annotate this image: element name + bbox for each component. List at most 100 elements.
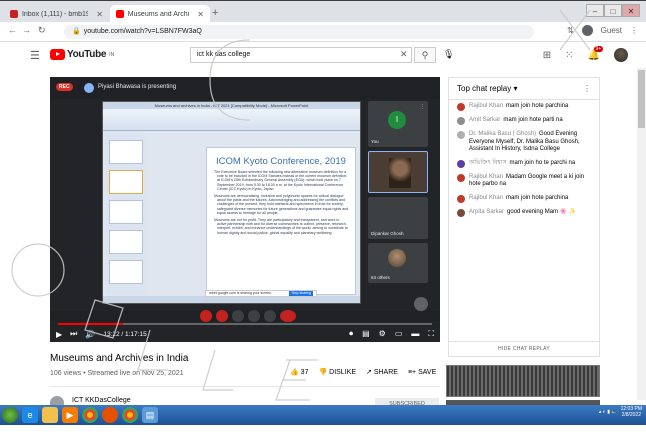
url-bar[interactable]: 🔒 youtube.com/watch?v=LSBN7FW3aQ [64,25,534,39]
chat-author: Arpita Sarkar [469,208,505,215]
live-chat-replay: Top chat replay ▾ ⋮ Rajibul Khan mam join… [448,77,600,357]
search-icon: ⚲ [421,50,429,60]
reload-icon[interactable]: ↻ [38,25,46,36]
sidebar-ad-thumbnail[interactable] [446,365,600,397]
divider [50,386,440,387]
chat-message: Arpita Sarkar good evening Mam 🌸 ✨ [449,206,599,220]
tile-menu-icon[interactable]: ⋮ [420,104,425,110]
video-progress-bar[interactable] [58,323,432,325]
autoplay-toggle-icon[interactable]: ⏺ [349,329,353,339]
tray-icons[interactable]: ▴ ◐ ▮ 🔈 [599,409,618,415]
chat-more-icon[interactable]: ⋮ [583,84,591,93]
chat-avatar [457,194,465,203]
chat-author: অভিজিৎ বিশ্বাস [469,159,507,166]
youtube-logo[interactable]: YouTube IN [50,49,114,60]
profile-icon[interactable] [581,25,593,36]
chat-header-label: Top chat replay [457,84,512,93]
chat-avatar [457,159,465,168]
ppt-ribbon [103,109,360,131]
notification-count-badge: 9+ [593,45,604,52]
participant-name: You [371,139,379,144]
account-avatar[interactable] [614,48,628,62]
close-tab-icon[interactable]: ✕ [96,10,103,19]
participant-video [389,158,411,188]
tab-label: Inbox (1,111) - bmb19@gmail... [21,10,89,18]
notepad-icon[interactable]: ▤ [142,407,158,423]
stop-sharing-button[interactable]: Stop sharing [289,291,313,296]
chat-message: অভিজিৎ বিশ্বাস mam join ho te parchi na [449,157,599,171]
youtube-header: ☰ YouTube IN ict kk das college ✕ ⚲ 🎙 ⊞ … [0,42,646,68]
like-count: 37 [300,369,309,376]
hamburger-menu-icon[interactable]: ☰ [30,49,40,62]
chat-message: Dr. Malika Basu ( Ghosh) Good Evening Eve… [449,128,599,157]
chrome-icon[interactable] [82,407,98,423]
captions-icon[interactable] [232,310,244,322]
microphone-icon[interactable]: 🎙 [443,49,454,60]
miniplayer-icon[interactable]: ▭ [395,329,403,339]
slide-thumbnail [109,230,143,254]
notifications-bell-icon[interactable]: 🔔 9+ [588,45,604,61]
meet-top-bar: REC Piyasi Bhawasa is presenting [50,77,440,99]
create-video-icon[interactable]: ⊞ [543,50,551,61]
search-input[interactable]: ict kk das college [190,47,412,63]
camera-off-icon[interactable] [216,310,228,322]
video-player[interactable]: REC Piyasi Bhawasa is presenting Museums… [50,77,440,342]
chat-header: Top chat replay ▾ ⋮ [449,78,599,100]
youtube-header-actions: ⊞ ⁙ 🔔 9+ [543,45,628,62]
dislike-button[interactable]: 👎 DISLIKE [318,368,356,376]
gmail-icon [10,10,18,18]
present-icon[interactable] [248,310,260,322]
internet-explorer-icon[interactable]: e [22,407,38,423]
play-icon[interactable]: ▶ [56,330,62,339]
hide-chat-replay-button[interactable]: HIDE CHAT REPLAY [449,341,599,356]
fullscreen-icon[interactable]: ⛶ [428,329,434,339]
start-button-icon[interactable] [2,407,18,423]
back-icon[interactable]: ← [8,25,17,35]
search-button[interactable]: ⚲ [414,47,436,63]
share-button[interactable]: ↗ SHARE [366,368,398,376]
chat-mode-dropdown[interactable]: Top chat replay ▾ [457,84,518,93]
scrollbar-thumb[interactable] [638,70,645,128]
apps-grid-icon[interactable]: ⁙ [565,50,573,61]
forward-icon[interactable]: → [22,25,31,35]
maximize-button[interactable]: □ [604,4,622,17]
leave-call-icon[interactable] [280,310,296,322]
extensions-icon[interactable]: ⇅ [567,26,574,35]
close-window-button[interactable]: ✕ [622,4,640,17]
slide-bullet: Museums are democratising, inclusive and… [214,194,349,215]
tab-inbox[interactable]: Inbox (1,111) - bmb19@gmail... ✕ [4,5,109,23]
like-button[interactable]: 👍 37 [290,368,308,376]
tab-youtube[interactable]: Museums and Archives in India ✕ [110,5,210,23]
page-bottom [0,425,646,447]
youtube-favicon-icon [116,10,124,18]
chrome-window-icon[interactable] [122,407,138,423]
volume-icon[interactable]: 🔊 [85,330,95,339]
slide-title: ICOM Kyoto Conference, 2019 [216,156,346,167]
chat-text: mam join hote parchina [506,194,569,201]
save-button[interactable]: ≡+ SAVE [408,369,436,376]
guest-label[interactable]: Guest [601,26,622,35]
channel-name[interactable]: ICT KKDasCollege [72,397,131,404]
subtitles-icon[interactable]: ▤ [362,329,370,339]
slide-thumbnail [109,140,143,164]
meet-bottom-bar [50,311,440,321]
settings-gear-icon[interactable]: ⚙ [379,329,386,339]
tab-label: Museums and Archives in India [127,10,190,18]
clock[interactable]: 12:03 PM 2/8/2022 [621,406,642,418]
menu-dots-icon[interactable]: ⋮ [630,26,638,35]
firefox-icon[interactable] [102,407,118,423]
file-explorer-icon[interactable] [42,407,58,423]
media-player-icon[interactable]: ▶ [62,407,78,423]
mic-off-icon[interactable] [200,310,212,322]
minimize-button[interactable]: – [586,4,604,17]
player-controls-right: ⏺ ▤ ⚙ ▭ ▬ ⛶ [349,329,434,339]
new-tab-button[interactable]: + [212,7,218,19]
close-tab-icon[interactable]: ✕ [197,10,204,19]
next-icon[interactable]: ⏭ [70,329,77,339]
more-options-icon[interactable] [264,310,276,322]
powerpoint-window: Museums and archives in India - ICT 2021… [102,101,361,304]
youtube-play-icon [50,49,65,60]
theater-mode-icon[interactable]: ▬ [411,329,419,339]
slide-thumbnail [109,260,143,284]
clear-search-icon[interactable]: ✕ [400,49,408,60]
